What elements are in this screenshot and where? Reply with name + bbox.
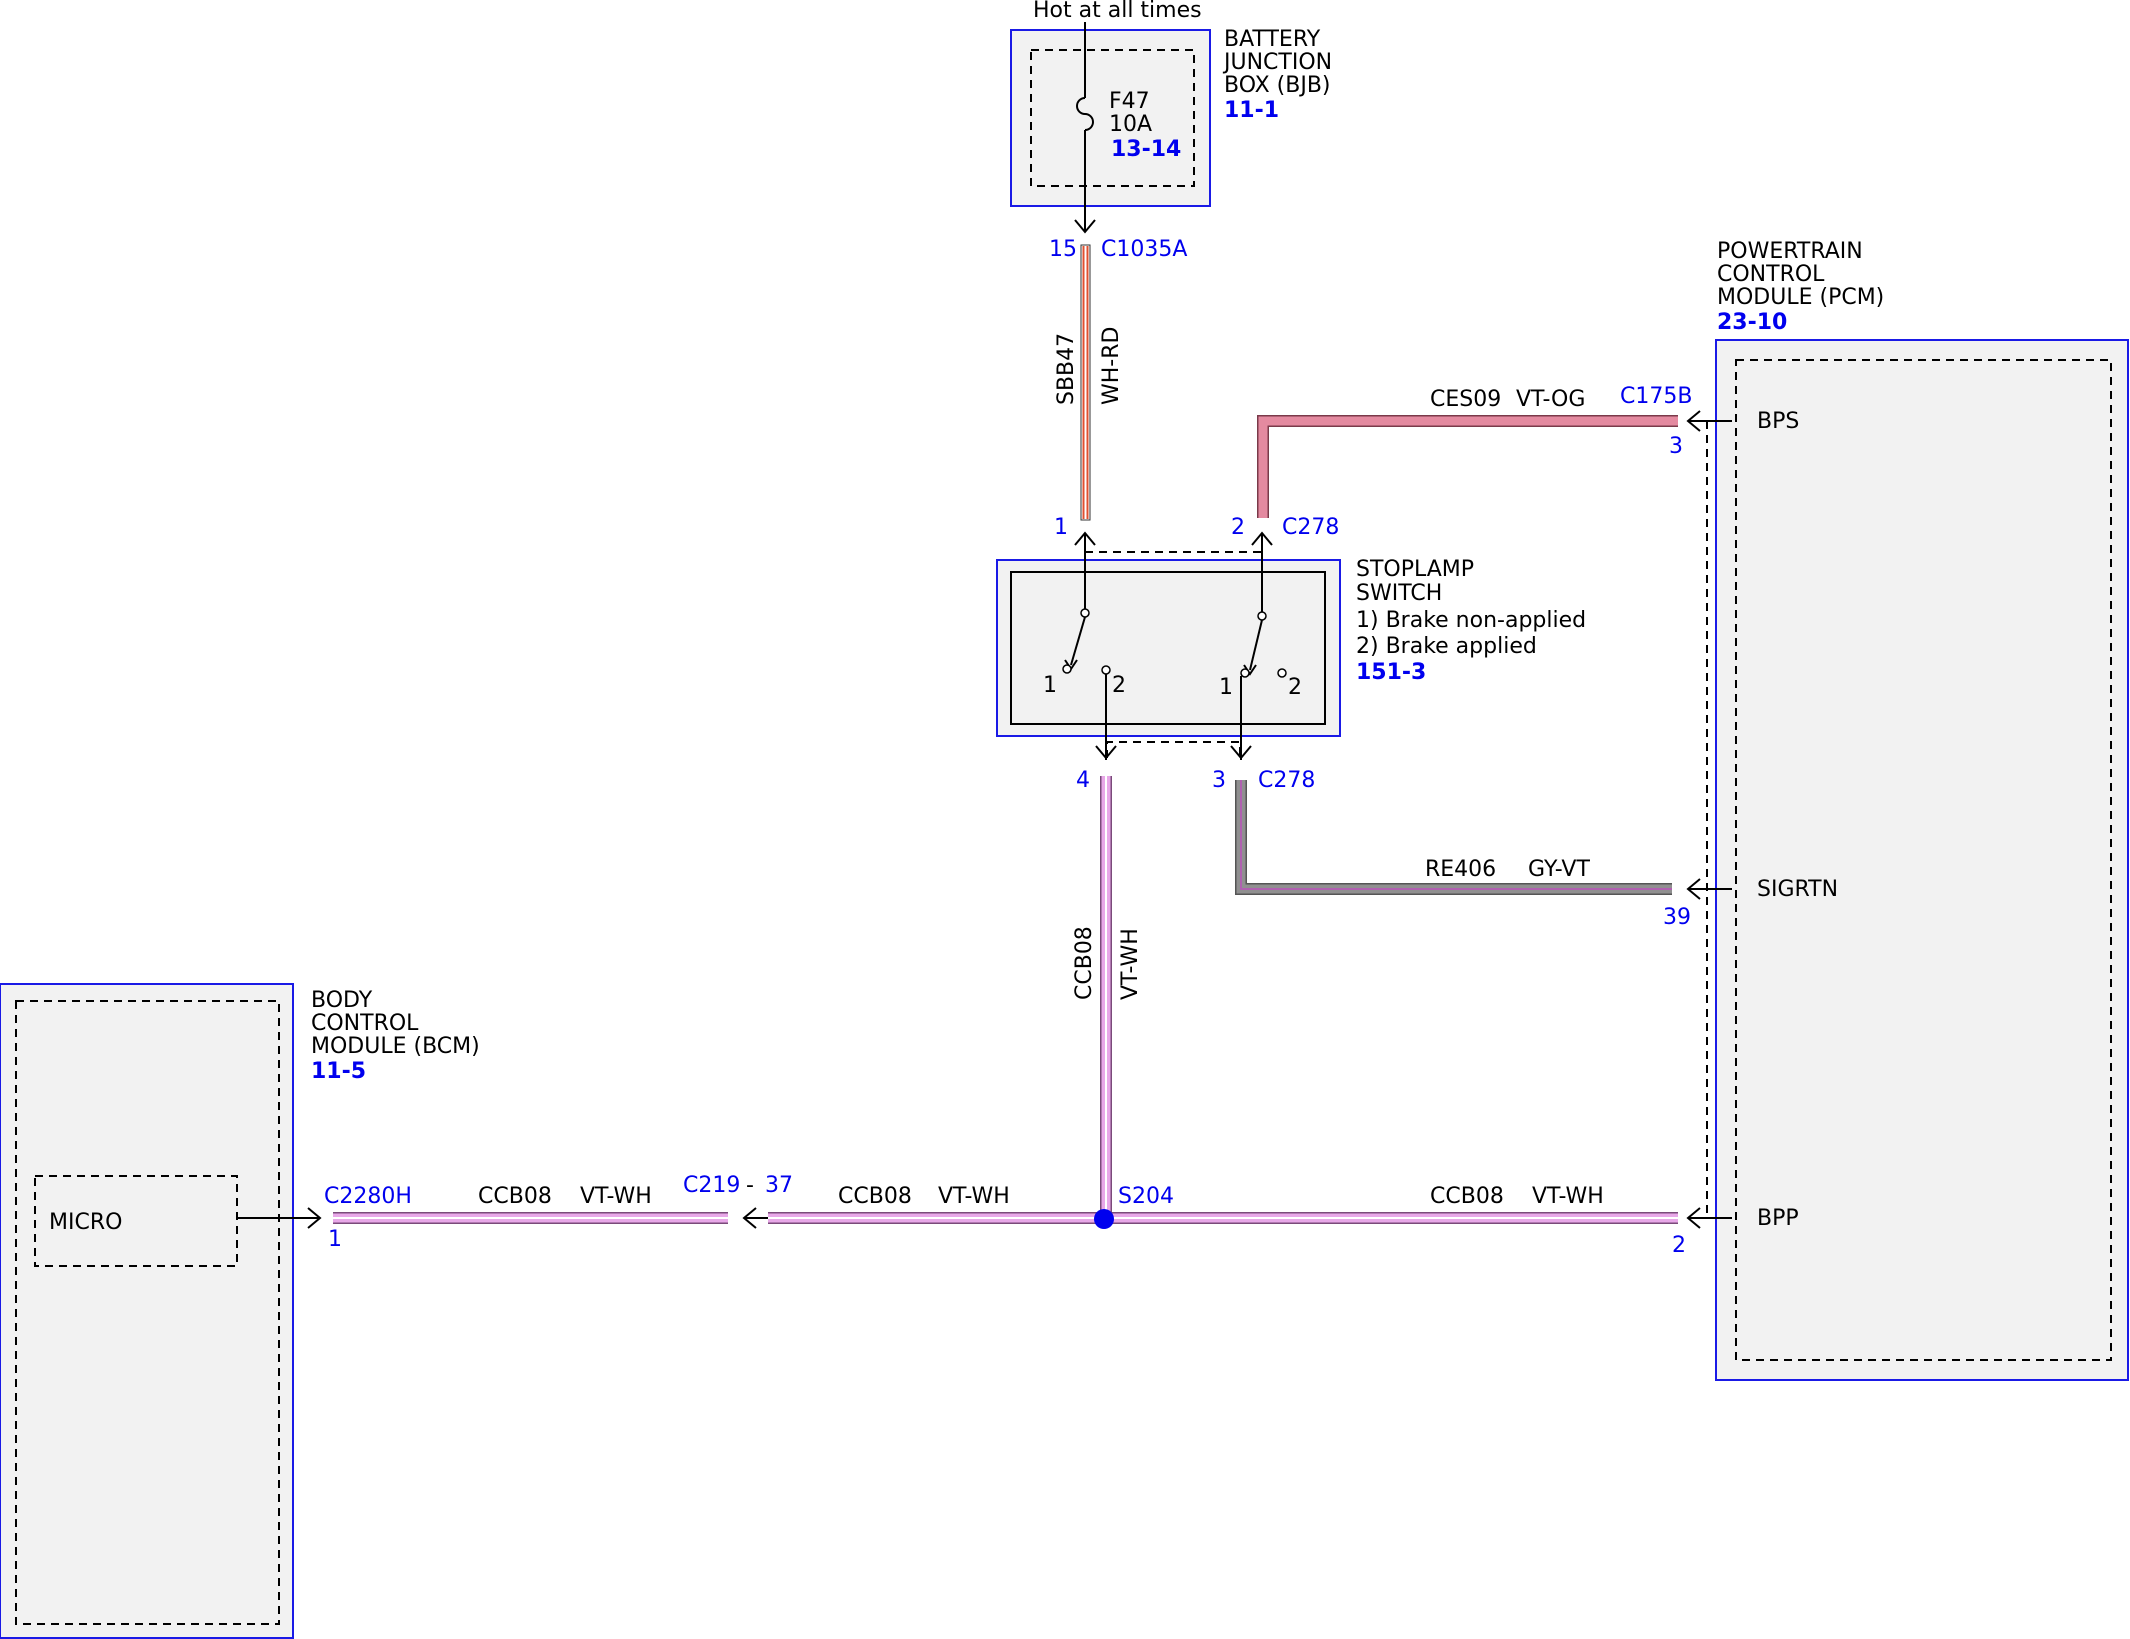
switch-linkage-bottom xyxy=(1106,741,1241,758)
stoplamp-note-1: 1) Brake non-applied xyxy=(1356,608,1586,633)
wire-ccb08-vertical-circuit: CCB08 xyxy=(1072,926,1097,1000)
inline-connector-separator: - xyxy=(746,1173,754,1198)
fuse-name: F47 xyxy=(1109,89,1150,114)
fuse-rating: 10A xyxy=(1109,112,1152,137)
wire-ccb08-left-color: VT-WH xyxy=(580,1184,652,1209)
wire-ccb08-left-circuit: CCB08 xyxy=(478,1184,552,1209)
pcm-signal-bps: BPS xyxy=(1757,409,1799,434)
wire-ccb08-right-circuit: CCB08 xyxy=(1430,1184,1504,1209)
pcm-pin-bps: 3 xyxy=(1669,434,1683,459)
pcm-pin-bpp: 2 xyxy=(1672,1233,1686,1258)
wiring-diagram: Hot at all times F47 10A 13-14 BATTERY J… xyxy=(0,0,2129,1639)
bcm-micro-label: MICRO xyxy=(49,1210,122,1235)
pcm-pin-sigrtn: 39 xyxy=(1663,905,1691,930)
pcm-signal-bpp: BPP xyxy=(1757,1206,1799,1231)
switch-left-contact-2 xyxy=(1101,665,1111,675)
switch-right-pivot xyxy=(1257,611,1267,621)
wire-ccb08-right-color: VT-WH xyxy=(1532,1184,1604,1209)
stoplamp-ref-link[interactable]: 151-3 xyxy=(1356,660,1426,685)
inline-connector-pin: 37 xyxy=(765,1173,793,1198)
wire-ces09-circuit: CES09 xyxy=(1430,387,1501,412)
pcm-title-3: MODULE (PCM) xyxy=(1717,285,1884,310)
wire-sbb47[interactable] xyxy=(1080,244,1091,521)
bcm-connector-label: C2280H xyxy=(324,1184,412,1209)
switch-right-contact-2 xyxy=(1277,668,1287,678)
bjb-connector-label: C1035A xyxy=(1101,237,1187,262)
stoplamp-pin-top-left: 1 xyxy=(1054,515,1068,540)
bjb-title-1: BATTERY xyxy=(1224,27,1321,52)
bcm-module[interactable] xyxy=(0,983,294,1639)
wire-ces09-color: VT-OG xyxy=(1516,387,1585,412)
fuse-ref-link[interactable]: 13-14 xyxy=(1111,137,1181,162)
stoplamp-conn-bottom: C278 xyxy=(1258,768,1315,793)
supply-label: Hot at all times xyxy=(1033,0,1202,23)
pcm-signal-sigrtn: SIGRTN xyxy=(1757,877,1838,902)
wire-re406-circuit: RE406 xyxy=(1425,857,1496,882)
switch-left-pos1: 1 xyxy=(1043,673,1057,698)
bcm-title-3: MODULE (BCM) xyxy=(311,1034,480,1059)
stoplamp-pin-top-right: 2 xyxy=(1231,515,1245,540)
bcm-ref-link[interactable]: 11-5 xyxy=(311,1059,366,1084)
bjb-pin-label: 15 xyxy=(1049,237,1077,262)
bjb-title-2: JUNCTION xyxy=(1222,50,1332,75)
switch-right-contact-1 xyxy=(1240,668,1250,678)
stoplamp-note-2: 2) Brake applied xyxy=(1356,634,1537,659)
switch-right-pos1: 1 xyxy=(1219,675,1233,700)
stoplamp-switch-body xyxy=(1010,571,1326,725)
pcm-title-2: CONTROL xyxy=(1717,262,1825,287)
wire-ccb08-vertical-color: VT-WH xyxy=(1118,928,1143,1000)
stoplamp-pin-bottom-left: 4 xyxy=(1076,768,1090,793)
wire-sbb47-circuit: SBB47 xyxy=(1054,333,1079,405)
wire-ccb08-mid-circuit: CCB08 xyxy=(838,1184,912,1209)
bcm-title-1: BODY xyxy=(311,988,373,1013)
wire-sbb47-color: WH-RD xyxy=(1099,327,1124,405)
switch-left-contact-1 xyxy=(1062,664,1072,674)
wire-ces09[interactable] xyxy=(1257,415,1678,518)
switch-linkage-top xyxy=(1084,538,1263,553)
splice-s204[interactable] xyxy=(1094,1209,1114,1229)
pcm-connector-label: C175B xyxy=(1620,384,1692,409)
stoplamp-pin-bottom-right: 3 xyxy=(1212,768,1226,793)
bcm-title-2: CONTROL xyxy=(311,1011,419,1036)
switch-right-pos2: 2 xyxy=(1288,675,1302,700)
stoplamp-title-1: STOPLAMP xyxy=(1356,557,1474,582)
pcm-ref-link[interactable]: 23-10 xyxy=(1717,310,1787,335)
inline-connector-name: C219 xyxy=(683,1173,740,1198)
stoplamp-title-2: SWITCH xyxy=(1356,581,1442,606)
pcm-title-1: POWERTRAIN xyxy=(1717,239,1863,264)
wire-re406-color: GY-VT xyxy=(1528,857,1590,882)
wire-ccb08-mid-color: VT-WH xyxy=(938,1184,1010,1209)
stoplamp-conn-top: C278 xyxy=(1282,515,1339,540)
bcm-pin-label: 1 xyxy=(328,1227,342,1252)
switch-left-pos2: 2 xyxy=(1112,673,1126,698)
splice-name: S204 xyxy=(1118,1184,1174,1209)
bjb-title-3: BOX (BJB) xyxy=(1224,73,1331,98)
bjb-ref-link[interactable]: 11-1 xyxy=(1224,98,1279,123)
switch-left-pivot xyxy=(1080,608,1090,618)
